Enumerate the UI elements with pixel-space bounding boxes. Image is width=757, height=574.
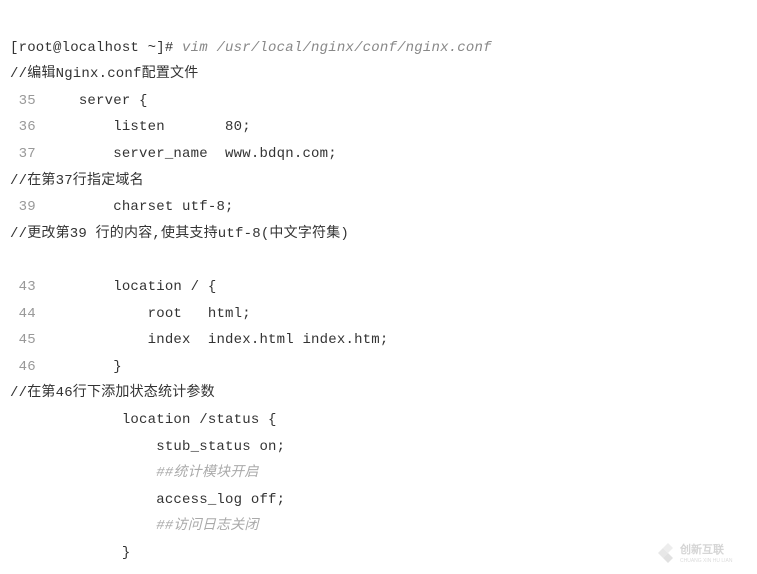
code-line: } — [36, 359, 122, 375]
code-line: location /status { — [10, 412, 277, 428]
line-number: 45 — [10, 332, 36, 348]
code-line: charset utf-8; — [36, 199, 234, 215]
watermark-icon: 创新互联 CHUANG XIN HU LIAN — [654, 540, 749, 566]
line-number: 44 — [10, 306, 36, 322]
code-line: index index.html index.htm; — [36, 332, 389, 348]
watermark-logo: 创新互联 CHUANG XIN HU LIAN — [654, 540, 749, 566]
code-line: server { — [36, 93, 148, 109]
code-line: } — [10, 545, 130, 561]
code-line: server_name www.bdqn.com; — [36, 146, 337, 162]
comment-status-params: //在第46行下添加状态统计参数 — [10, 385, 215, 401]
prompt-userhost: [root@localhost ~] — [10, 40, 165, 56]
code-line: listen 80; — [36, 119, 251, 135]
line-number: 37 — [10, 146, 36, 162]
code-line: access_log off; — [10, 492, 285, 508]
svg-text:CHUANG XIN HU LIAN: CHUANG XIN HU LIAN — [680, 558, 733, 564]
comment-log-off: ##访问日志关闭 — [10, 518, 259, 534]
shell-prompt: [root@localhost ~]# — [10, 40, 173, 56]
comment-charset: //更改第39 行的内容,使其支持utf-8(中文字符集) — [10, 226, 349, 242]
code-line: stub_status on; — [10, 439, 285, 455]
vim-command: vim /usr/local/nginx/conf/nginx.conf — [173, 40, 491, 56]
code-line: root html; — [36, 306, 251, 322]
comment-domain: //在第37行指定域名 — [10, 173, 144, 189]
line-number: 46 — [10, 359, 36, 375]
line-number: 43 — [10, 279, 36, 295]
comment-edit-config: //编辑Nginx.conf配置文件 — [10, 66, 198, 82]
line-number: 35 — [10, 93, 36, 109]
svg-text:创新互联: 创新互联 — [679, 542, 724, 556]
code-line: location / { — [36, 279, 217, 295]
line-number: 36 — [10, 119, 36, 135]
code-block: [root@localhost ~]# vim /usr/local/nginx… — [10, 8, 747, 566]
comment-stub-on: ##统计模块开启 — [10, 465, 259, 481]
line-number: 39 — [10, 199, 36, 215]
